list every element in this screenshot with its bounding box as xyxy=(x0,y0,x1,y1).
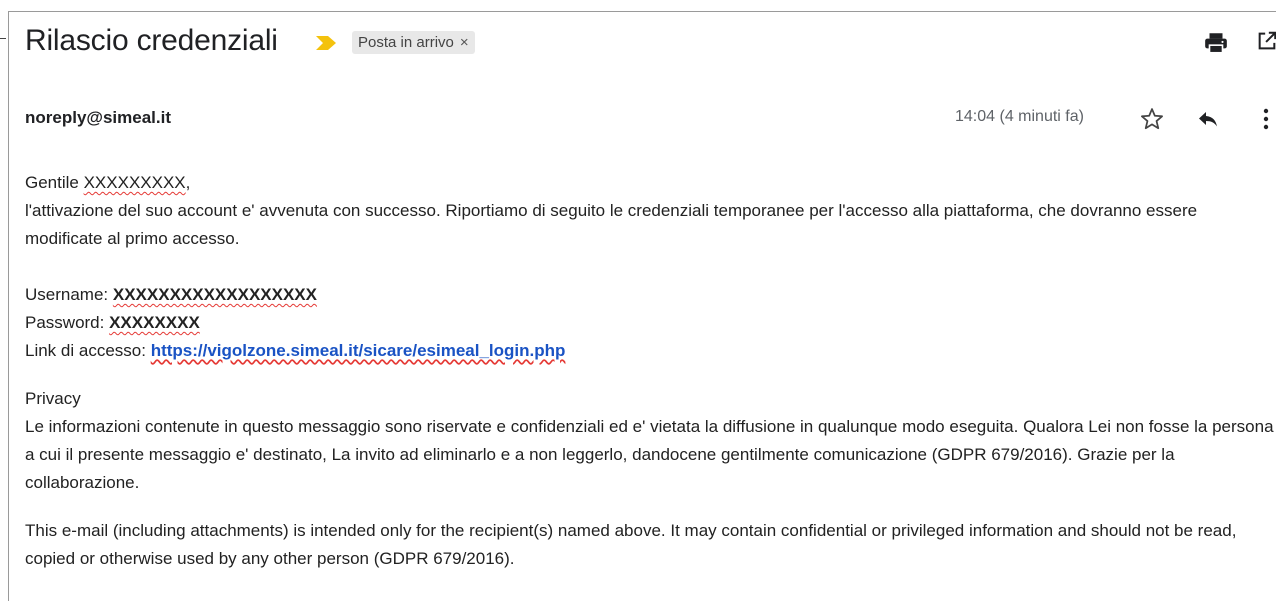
label-chip-inbox: Posta in arrivo × xyxy=(352,31,475,54)
username-label: Username: xyxy=(25,285,113,304)
greeting-suffix: , xyxy=(185,173,191,192)
reply-icon[interactable] xyxy=(1195,107,1221,131)
privacy-italian: Le informazioni contenute in questo mess… xyxy=(25,417,1274,492)
message-time: 14:04 (4 minuti fa) xyxy=(955,108,1084,125)
star-icon[interactable] xyxy=(1139,106,1165,132)
frame-border-top xyxy=(8,11,1276,12)
email-subject: Rilascio credenziali xyxy=(25,24,278,57)
importance-marker-icon[interactable] xyxy=(314,34,338,52)
username-line: Username: XXXXXXXXXXXXXXXXXX xyxy=(25,281,1276,309)
username-value: XXXXXXXXXXXXXXXXXX xyxy=(112,285,317,304)
access-link-label: Link di accesso: xyxy=(25,341,151,360)
label-chip-text: Posta in arrivo xyxy=(358,34,454,51)
edge-marker xyxy=(0,38,6,39)
print-icon[interactable] xyxy=(1203,30,1229,56)
password-line: Password: XXXXXXXX xyxy=(25,309,1276,337)
frame-border-left xyxy=(8,11,9,601)
remove-label-button[interactable]: × xyxy=(460,34,469,51)
email-body: Gentile XXXXXXXXX, l'attivazione del suo… xyxy=(25,169,1276,573)
privacy-title: Privacy xyxy=(25,389,81,408)
access-link-line: Link di accesso: https://vigolzone.simea… xyxy=(25,337,1276,365)
open-in-new-window-icon[interactable] xyxy=(1256,30,1276,52)
privacy-english: This e-mail (including attachments) is i… xyxy=(25,521,1237,568)
password-label: Password: xyxy=(25,313,110,332)
access-link[interactable]: https://vigolzone.simeal.it/sicare/esime… xyxy=(151,341,566,360)
password-value: XXXXXXXX xyxy=(109,313,200,332)
greeting-line: Gentile XXXXXXXXX, xyxy=(25,169,1276,197)
recipient-name: XXXXXXXXX xyxy=(83,173,186,192)
intro-paragraph: l'attivazione del suo account e' avvenut… xyxy=(25,201,1198,248)
sender-address[interactable]: noreply@simeal.it xyxy=(25,108,171,128)
more-vertical-icon[interactable] xyxy=(1260,106,1272,132)
greeting-prefix: Gentile xyxy=(25,173,84,192)
